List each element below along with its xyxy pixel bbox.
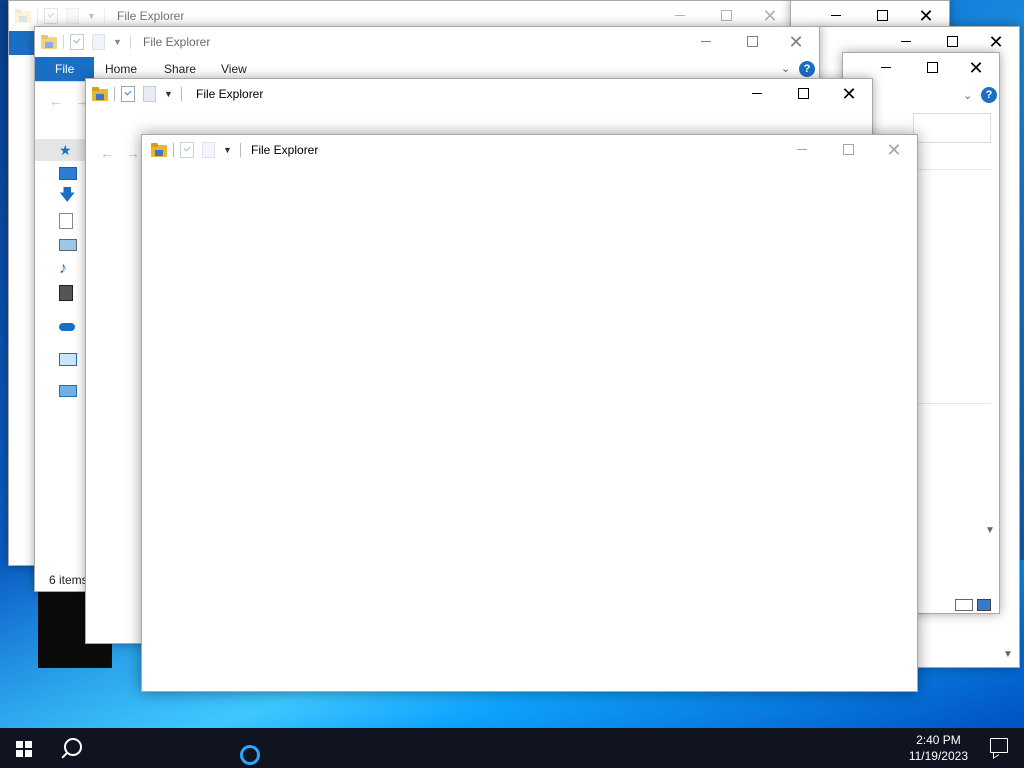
quick-access-toolbar: ▼ — [151, 142, 247, 158]
quick-access-star-icon[interactable]: ★ — [59, 140, 72, 160]
taskbar: 2:40 PM 11/19/2023 — [0, 728, 1024, 768]
maximize-button[interactable] — [780, 79, 826, 109]
back-arrow-icon[interactable]: ← — [49, 93, 63, 109]
documents-icon[interactable] — [59, 211, 73, 231]
customize-dropdown-icon[interactable]: ▼ — [223, 145, 232, 155]
maximize-button[interactable] — [909, 53, 955, 83]
minimize-button[interactable] — [683, 27, 729, 57]
search-button[interactable] — [48, 728, 96, 768]
videos-icon[interactable] — [59, 283, 73, 303]
quick-access-toolbar: ▼ — [41, 34, 137, 50]
clock-date: 11/19/2023 — [908, 749, 968, 763]
scroll-down-arrow[interactable]: ▼ — [1003, 649, 1013, 660]
onedrive-icon[interactable] — [59, 317, 75, 337]
windows-start-icon — [16, 741, 32, 757]
new-folder-icon[interactable] — [92, 34, 105, 50]
close-button[interactable]: ✕ — [871, 135, 917, 165]
maximize-button[interactable] — [729, 27, 775, 57]
properties-icon[interactable] — [121, 86, 135, 102]
title-bar[interactable]: ▼ File Explorer ✕ — [35, 27, 819, 57]
help-button[interactable]: ? — [799, 61, 815, 77]
back-arrow-icon[interactable]: ← — [100, 145, 114, 161]
title-bar[interactable]: ▼ File Explorer ✕ — [86, 79, 872, 109]
properties-icon[interactable] — [44, 8, 58, 24]
title-bar[interactable]: ▼ File Explorer ✕ — [142, 135, 917, 165]
close-button[interactable]: ✕ — [903, 1, 949, 29]
desktop-icon[interactable] — [59, 163, 77, 183]
ribbon-expand-chevron[interactable]: ⌄ — [963, 89, 972, 102]
clock-time: 2:40 PM — [916, 733, 961, 747]
forward-arrow-icon[interactable]: → — [126, 145, 140, 161]
music-icon[interactable]: ♪ — [59, 259, 67, 279]
customize-dropdown-icon[interactable]: ▼ — [87, 11, 96, 21]
pictures-icon[interactable] — [59, 235, 77, 255]
close-button[interactable]: ✕ — [826, 79, 872, 109]
navigation-pane: ★ 🡇 ♪ — [35, 139, 87, 559]
cortana-icon[interactable] — [240, 745, 260, 765]
properties-icon[interactable] — [180, 142, 194, 158]
new-folder-icon[interactable] — [66, 8, 79, 24]
properties-icon[interactable] — [70, 34, 84, 50]
status-items-count: 6 items — [49, 573, 88, 587]
network-icon[interactable] — [59, 381, 77, 401]
new-folder-icon[interactable] — [202, 142, 215, 158]
minimize-button[interactable] — [734, 79, 780, 109]
close-button[interactable]: ✕ — [773, 27, 819, 57]
details-view-icon[interactable] — [955, 599, 973, 611]
customize-dropdown-icon[interactable]: ▼ — [113, 37, 122, 47]
start-button[interactable] — [0, 728, 48, 768]
this-pc-icon[interactable] — [59, 349, 77, 369]
folder-icon — [151, 143, 167, 157]
window-title: File Explorer — [143, 35, 211, 49]
quick-access-toolbar: ▼ — [92, 86, 188, 102]
quick-access-toolbar: ▼ — [15, 8, 111, 24]
search-box[interactable] — [913, 113, 991, 143]
file-explorer-window-2[interactable]: ✕ — [790, 0, 950, 29]
window-title: File Explorer — [117, 9, 185, 23]
large-icons-view-icon[interactable] — [977, 599, 991, 611]
minimize-button[interactable] — [779, 135, 825, 165]
file-explorer-window-7[interactable]: ▼ File Explorer ✕ — [141, 134, 918, 692]
downloads-icon[interactable]: 🡇 — [59, 187, 75, 207]
help-button[interactable]: ? — [981, 87, 997, 103]
window-title: File Explorer — [251, 143, 319, 157]
scroll-down-arrow[interactable]: ▼ — [985, 525, 995, 536]
maximize-button[interactable] — [825, 135, 871, 165]
new-folder-icon[interactable] — [143, 86, 156, 102]
customize-dropdown-icon[interactable]: ▼ — [164, 89, 173, 99]
minimize-button[interactable] — [813, 1, 859, 29]
folder-icon — [92, 87, 108, 101]
system-clock[interactable]: 2:40 PM 11/19/2023 — [909, 732, 968, 764]
folder-icon — [15, 9, 31, 23]
maximize-button[interactable] — [859, 1, 905, 29]
notification-icon[interactable] — [990, 738, 1008, 753]
ribbon-expand-chevron[interactable]: ⌄ — [781, 62, 790, 75]
close-button[interactable]: ✕ — [953, 53, 999, 83]
folder-icon — [41, 35, 57, 49]
window-title: File Explorer — [196, 87, 264, 101]
